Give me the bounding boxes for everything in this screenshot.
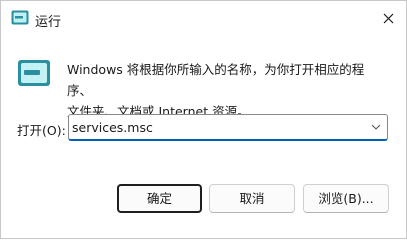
open-label: 打开(O): <box>17 123 66 138</box>
open-input[interactable] <box>72 117 362 138</box>
open-combobox[interactable] <box>68 114 388 141</box>
close-icon <box>383 13 393 23</box>
run-icon <box>18 60 50 86</box>
browse-button[interactable]: 浏览(B)... <box>303 184 389 213</box>
ok-button[interactable]: 确定 <box>117 184 202 213</box>
run-icon <box>11 10 29 25</box>
description-line-1: Windows 将根据你所输入的名称，为你打开相应的程序、 <box>67 62 365 98</box>
chevron-down-icon <box>371 124 381 130</box>
cancel-button[interactable]: 取消 <box>209 184 295 213</box>
dialog-description: Windows 将根据你所输入的名称，为你打开相应的程序、 文件夹、文档或 In… <box>67 59 387 122</box>
close-button[interactable] <box>374 5 402 31</box>
run-dialog: 运行 Windows 将根据你所输入的名称，为你打开相应的程序、 文件夹、文档或… <box>0 0 407 239</box>
window-title: 运行 <box>35 15 62 30</box>
title-bar: 运行 <box>1 1 406 37</box>
dropdown-button[interactable] <box>369 120 383 134</box>
